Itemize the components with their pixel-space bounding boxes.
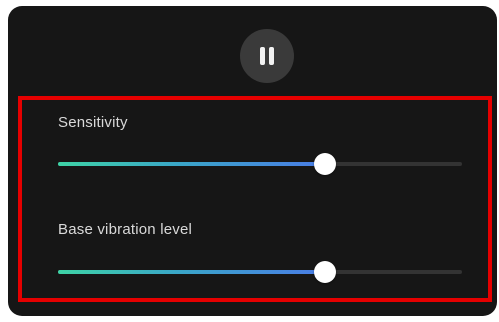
- sensitivity-slider-fill: [58, 162, 325, 166]
- sensitivity-slider[interactable]: [58, 153, 462, 175]
- base-vibration-level-label: Base vibration level: [58, 221, 193, 238]
- base-vibration-level-slider[interactable]: [58, 261, 462, 283]
- pause-icon: [258, 47, 276, 65]
- pause-button[interactable]: [240, 29, 294, 83]
- base-vibration-level-slider-fill: [58, 270, 325, 274]
- sensitivity-label: Sensitivity: [58, 114, 128, 131]
- base-vibration-level-slider-thumb[interactable]: [313, 261, 336, 283]
- sensitivity-slider-thumb[interactable]: [313, 153, 336, 175]
